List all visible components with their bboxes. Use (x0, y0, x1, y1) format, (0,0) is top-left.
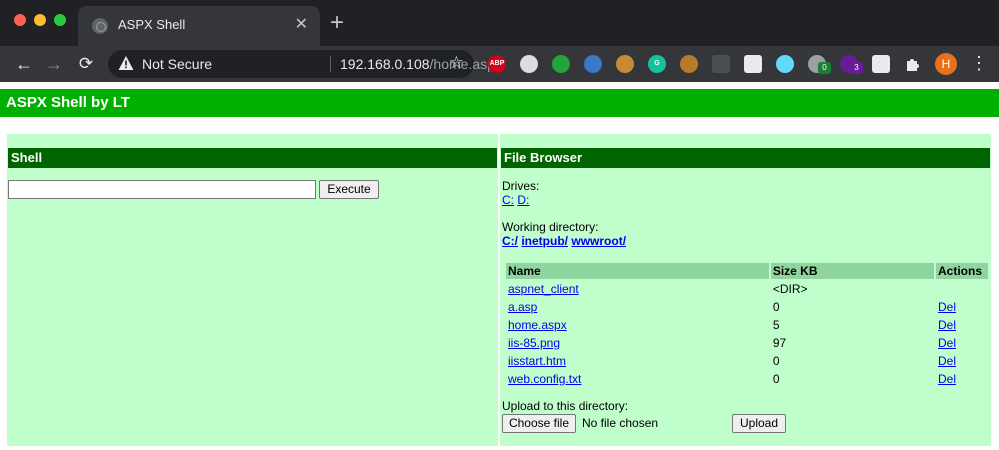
table-row: iisstart.htm 0 Del (506, 353, 988, 369)
url-host: 192.168.0.108 (340, 56, 430, 72)
url-text[interactable]: 192.168.0.108/home.aspx (340, 56, 502, 72)
delete-link[interactable]: Del (938, 354, 956, 368)
execute-button[interactable]: Execute (319, 180, 379, 199)
drives-label: Drives: (502, 179, 540, 193)
browser-tab[interactable]: ASPX Shell ✕ (78, 6, 320, 46)
table-row: home.aspx 5 Del (506, 317, 988, 333)
file-table: Name Size KB Actions aspnet_client <DIR>… (504, 261, 990, 389)
minimize-window-button[interactable] (34, 14, 46, 26)
more-menu-icon[interactable]: ⋮ (970, 52, 988, 74)
choose-file-button[interactable]: Choose file (502, 414, 576, 433)
dev-extension-icon[interactable] (744, 55, 762, 73)
browser-titlebar: ASPX Shell ✕ + (0, 0, 999, 46)
warning-triangle-icon (118, 56, 134, 70)
column-divider (498, 134, 500, 446)
new-tab-button[interactable]: + (330, 10, 344, 36)
tab-title: ASPX Shell (118, 17, 186, 32)
path-breadcrumb: C:/ inetpub/ wwwroot/ (502, 234, 626, 248)
maximize-window-button[interactable] (54, 14, 66, 26)
reload-icon[interactable]: ⟳ (72, 50, 100, 78)
back-arrow-icon[interactable]: ← (10, 50, 38, 78)
globe-icon (92, 18, 108, 34)
file-size: <DIR> (772, 282, 808, 296)
close-window-button[interactable] (14, 14, 26, 26)
wappalyzer-badge: 0 (818, 62, 831, 74)
file-link[interactable]: aspnet_client (508, 282, 579, 296)
file-size: 0 (772, 300, 780, 314)
column-header-actions: Actions (936, 263, 988, 279)
file-link[interactable]: iis-85.png (508, 336, 560, 350)
command-input[interactable] (8, 180, 316, 199)
column-header-name: Name (506, 263, 769, 279)
browser-toolbar: ← → ⟳ Not Secure 192.168.0.108/home.aspx… (0, 46, 999, 82)
file-size: 0 (772, 372, 780, 386)
upload-label: Upload to this directory: (502, 399, 629, 413)
main-panel: Shell Execute File Browser Drives: C: D:… (7, 134, 991, 446)
security-status[interactable]: Not Secure (142, 56, 212, 72)
column-header-size: Size KB (770, 263, 935, 279)
table-row: web.config.txt 0 Del (506, 371, 988, 387)
cookie-icon[interactable] (616, 55, 634, 73)
page-content: ASPX Shell by LT Shell Execute File Brow… (0, 82, 999, 450)
file-table-header: Name Size KB Actions (506, 263, 988, 279)
extension-cloud-icon[interactable] (520, 55, 538, 73)
upload-button[interactable]: Upload (732, 414, 786, 433)
drive-link-c[interactable]: C: (502, 193, 514, 207)
cookie-editor-icon[interactable] (680, 55, 698, 73)
file-size: 0 (772, 354, 780, 368)
table-row: aspnet_client <DIR> (506, 281, 988, 297)
file-size: 5 (772, 318, 780, 332)
adblock-plus-icon[interactable]: ABP (488, 55, 506, 73)
dots-extension-icon[interactable] (712, 55, 730, 73)
page-title: ASPX Shell by LT (0, 89, 999, 117)
file-link[interactable]: a.asp (508, 300, 537, 314)
working-directory-label: Working directory: (502, 220, 599, 234)
drive-link-d[interactable]: D: (517, 193, 529, 207)
bookmark-star-icon[interactable]: ☆ (449, 53, 464, 73)
path-segment-root[interactable]: C:/ (502, 234, 518, 248)
address-bar[interactable]: Not Secure 192.168.0.108/home.aspx ☆ (108, 50, 502, 78)
file-link[interactable]: web.config.txt (508, 372, 581, 386)
delete-link[interactable]: Del (938, 372, 956, 386)
vpn-shield-icon[interactable] (552, 55, 570, 73)
grammarly-icon[interactable]: G (648, 55, 666, 73)
profile-avatar[interactable]: H (935, 53, 957, 75)
react-icon[interactable] (776, 55, 794, 73)
tab-close-icon[interactable]: ✕ (295, 15, 308, 35)
path-segment-inetpub[interactable]: inetpub/ (521, 234, 568, 248)
file-link[interactable]: home.aspx (508, 318, 567, 332)
path-segment-wwwroot[interactable]: wwwroot/ (571, 234, 626, 248)
file-link[interactable]: iisstart.htm (508, 354, 566, 368)
puzzle-extensions-icon[interactable] (904, 55, 922, 73)
delete-link[interactable]: Del (938, 300, 956, 314)
mail-extension-icon[interactable] (872, 55, 890, 73)
forward-arrow-icon[interactable]: → (40, 50, 68, 78)
extension-box-icon[interactable] (584, 55, 602, 73)
table-row: iis-85.png 97 Del (506, 335, 988, 351)
purple-extension-badge: 3 (850, 62, 863, 74)
delete-link[interactable]: Del (938, 318, 956, 332)
file-size: 97 (772, 336, 787, 350)
file-status: No file chosen (582, 416, 659, 430)
file-browser: Drives: C: D: Working directory: C:/ ine… (502, 134, 991, 446)
shell-heading: Shell (8, 148, 497, 168)
delete-link[interactable]: Del (938, 336, 956, 350)
table-row: a.asp 0 Del (506, 299, 988, 315)
drive-links: C: D: (502, 193, 529, 207)
omnibox-divider (330, 56, 331, 72)
